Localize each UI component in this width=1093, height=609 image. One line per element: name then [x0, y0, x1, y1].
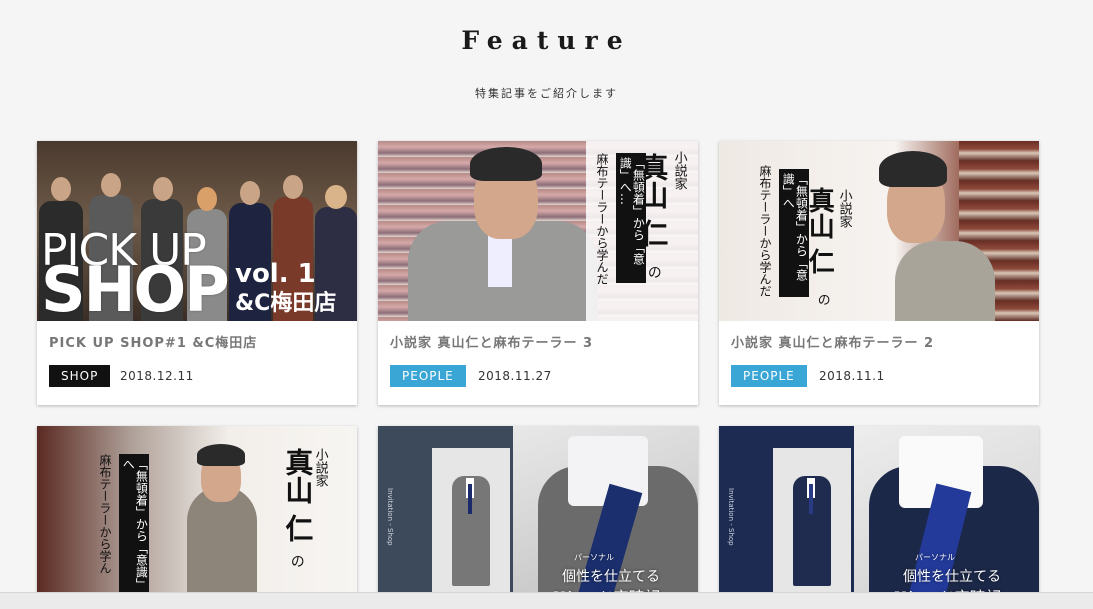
- feature-card-6[interactable]: Invitation - Shop パーソナル 個性を仕立てる Yシャツ店時記: [719, 426, 1039, 609]
- thumb-vol-text: vol. 1: [235, 259, 316, 289]
- thumb-no-text: の: [645, 265, 662, 279]
- thumb-shop-text: SHOP: [41, 253, 230, 321]
- card-thumbnail[interactable]: Invitation - Shop パーソナル 個性を仕立てる Yシャツ店時記: [719, 426, 1039, 609]
- thumb-caption: 個性を仕立てる: [562, 569, 660, 585]
- thumb-caption-small: パーソナル: [915, 553, 955, 562]
- thumb-plain-text: 麻布テーラーから学んだ: [758, 165, 772, 297]
- section-subtitle: 特集記事をご紹介します: [475, 87, 618, 100]
- section-title: Feature: [461, 26, 632, 55]
- thumb-small-text: 小説家: [312, 448, 328, 487]
- feature-card-2[interactable]: 小説家 真山 仁 の 「無頓着」から「意識」へ… 麻布テーラーから学んだ 小説家…: [378, 141, 698, 405]
- post-date: 2018.11.27: [478, 369, 552, 383]
- thumb-name-text: 真山 仁: [281, 448, 315, 542]
- card-thumbnail[interactable]: 小説家 真山 仁 の 「無頓着」から「意識」へ… 麻布テーラーから学んだ: [378, 141, 698, 321]
- feature-card-3[interactable]: 小説家 真山 仁 の 「無頓着」から「意識」へ 麻布テーラーから学んだ 小説家 …: [719, 141, 1039, 405]
- thumb-caption-small: パーソナル: [574, 553, 614, 562]
- card-title[interactable]: 小説家 真山仁と麻布テーラー 2: [731, 332, 934, 351]
- feature-card-5[interactable]: Invitation - Shop パーソナル 個性を仕立てる Yシャツ店時記: [378, 426, 698, 609]
- card-title[interactable]: PICK UP SHOP#1 &C梅田店: [49, 332, 257, 351]
- thumb-boxed-text: 「無頓着」から「意識」へ: [779, 169, 810, 297]
- thumb-boxed-text: 「無頓着」から「意識」へ: [119, 454, 150, 604]
- card-thumbnail[interactable]: PICK UP SHOP vol. 1 &C梅田店: [37, 141, 357, 321]
- feature-card-4[interactable]: 小説家 真山 仁 の 「無頓着」から「意識」へ 麻布テーラーから学ん: [37, 426, 357, 609]
- card-thumbnail[interactable]: Invitation - Shop パーソナル 個性を仕立てる Yシャツ店時記: [378, 426, 698, 609]
- card-title[interactable]: 小説家 真山仁と麻布テーラー 3: [390, 332, 593, 351]
- thumb-no-text: の: [288, 554, 305, 568]
- category-tag[interactable]: SHOP: [49, 365, 111, 387]
- post-date: 2018.11.1: [819, 369, 885, 383]
- thumb-no-text: の: [814, 293, 830, 306]
- thumb-small-text: 小説家: [836, 189, 852, 228]
- thumb-boxed-text: 「無頓着」から「意識」へ…: [616, 153, 647, 283]
- card-thumbnail[interactable]: 小説家 真山 仁 の 「無頓着」から「意識」へ 麻布テーラーから学んだ: [719, 141, 1039, 321]
- thumb-caption: 個性を仕立てる: [903, 569, 1001, 585]
- thumb-plain-text: 麻布テーラーから学んだ: [595, 153, 609, 285]
- post-date: 2018.12.11: [120, 369, 194, 383]
- category-tag[interactable]: PEOPLE: [731, 365, 807, 387]
- horizontal-scrollbar[interactable]: [0, 592, 1093, 609]
- card-thumbnail[interactable]: 小説家 真山 仁 の 「無頓着」から「意識」へ 麻布テーラーから学ん: [37, 426, 357, 609]
- thumb-plain-text: 麻布テーラーから学ん: [98, 454, 112, 574]
- feature-card-1[interactable]: PICK UP SHOP vol. 1 &C梅田店 PICK UP SHOP#1…: [37, 141, 357, 405]
- thumb-label-text: Invitation - Shop: [727, 488, 735, 546]
- category-tag[interactable]: PEOPLE: [390, 365, 466, 387]
- thumb-label-text: Invitation - Shop: [386, 488, 394, 546]
- thumb-store-text: &C梅田店: [235, 291, 337, 316]
- thumb-small-text: 小説家: [671, 151, 687, 190]
